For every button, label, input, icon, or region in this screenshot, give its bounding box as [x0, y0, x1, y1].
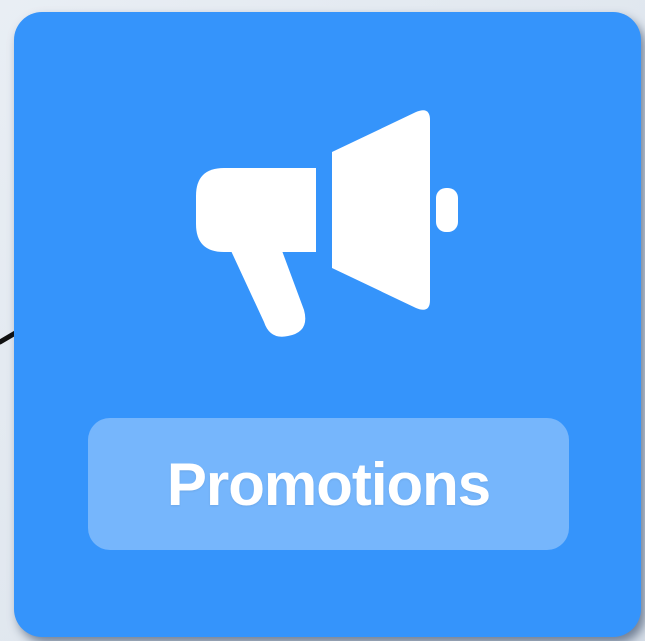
promotions-label: Promotions — [166, 450, 491, 518]
megaphone-icon — [184, 100, 474, 340]
promotions-label-pill: Promotions — [88, 418, 569, 550]
promotions-tile[interactable]: Promotions — [14, 12, 641, 637]
